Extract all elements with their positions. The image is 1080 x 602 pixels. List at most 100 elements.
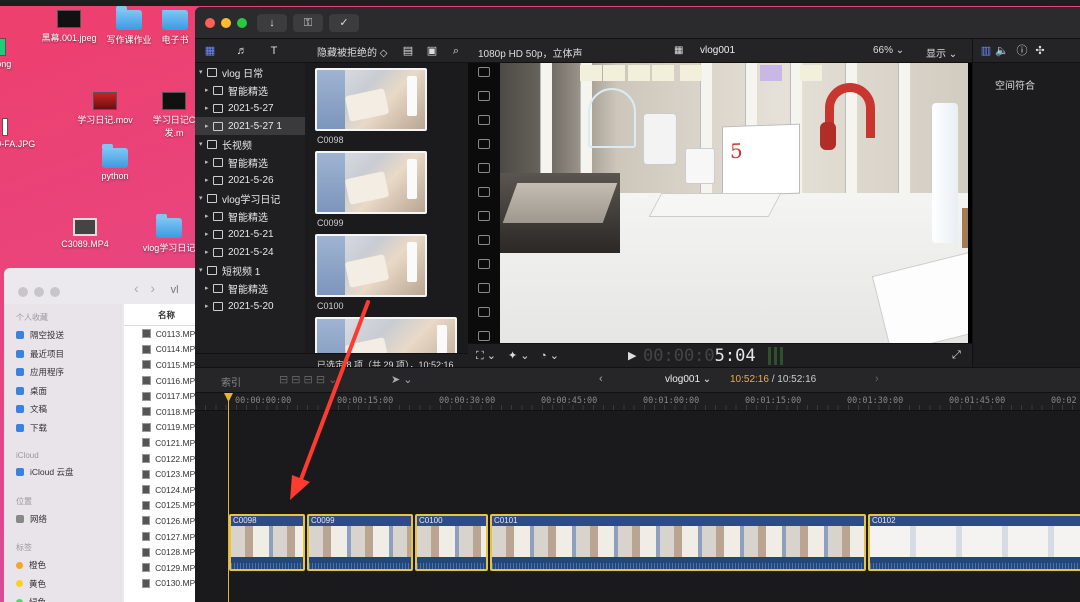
photos-audio-icon[interactable]: ♬ [235,44,249,58]
sidebar-item-recents[interactable]: 最近项目 [16,345,122,364]
fullscreen-icon[interactable]: ⤢ [952,349,961,362]
file-row[interactable]: C0127.MP4 [124,529,200,545]
file-row[interactable]: C0124.MP4 [124,482,200,498]
desktop-icon-mp4[interactable]: C3089.MP4 [40,218,130,249]
browser-clip-c0099[interactable] [315,151,427,214]
column-header-name[interactable]: 名称 [124,304,200,326]
disclosure-triangle-icon[interactable]: ▾ [199,68,207,76]
audio-meters-icon[interactable] [768,347,784,365]
file-row[interactable]: C0121.MP4 [124,435,200,451]
library-item[interactable]: ▾ vlog 日常 [195,63,305,81]
desktop-icon-diary[interactable]: 学习日记C发.m [148,92,200,139]
history-back-icon[interactable]: ‹ [599,373,603,385]
sidebar-tag-yellow[interactable]: 黄色 [16,575,122,594]
event-item[interactable]: ▸ 智能精选 [195,279,305,297]
disclosure-triangle-icon[interactable]: ▸ [205,176,213,184]
disclosure-triangle-icon[interactable]: ▸ [205,248,213,256]
transform-icon[interactable]: ⛶ ⌄ [476,349,496,363]
file-row[interactable]: C0130.MP4 [124,576,200,592]
file-row[interactable]: C0114.MP4 [124,342,200,358]
event-item[interactable]: ▸ 2021-5-27 1 [195,117,305,135]
file-row[interactable]: C0117.MP4 [124,388,200,404]
disclosure-triangle-icon[interactable]: ▾ [199,140,207,148]
view-dropdown[interactable]: 显示 ⌄ [926,45,957,60]
audio-inspector-icon[interactable]: 🔈 [995,44,1009,58]
timeline-ruler[interactable]: 00:00:00:00 00:00:15:00 00:00:30:00 00:00:4… [195,393,1080,411]
info-icon[interactable]: ⓘ [1015,44,1029,58]
share-icon[interactable]: ✣ [1033,44,1047,58]
keywords-button[interactable]: ⚿ [293,14,323,32]
file-row[interactable]: C0119.MP4 [124,420,200,436]
speed-icon[interactable]: ◔ ⌄ [540,349,559,362]
filmstrip-icon[interactable]: ▣ [425,44,439,58]
desktop-icon-jpg[interactable]: -06C9-FA.JPG [0,118,38,149]
minimize-icon[interactable] [34,287,44,297]
browser-clip-partial[interactable] [315,317,457,353]
sidebar-item-applications[interactable]: 应用程序 [16,363,122,382]
disclosure-triangle-icon[interactable]: ▾ [199,266,207,274]
zoom-dropdown[interactable]: 66% ⌄ [873,45,904,56]
sidebar-tag-orange[interactable]: 橙色 [16,556,122,575]
background-tasks-button[interactable]: ✓ [329,14,359,32]
disclosure-triangle-icon[interactable]: ▸ [205,302,213,310]
sidebar-item-documents[interactable]: 文稿 [16,400,122,419]
event-item[interactable]: ▸ 智能精选 [195,153,305,171]
libraries-icon[interactable]: ▦ [203,44,217,58]
index-button[interactable]: 索引 [221,374,241,389]
timeline-clip-c0100[interactable]: C0100 [415,514,488,571]
timeline-clip-c0099[interactable]: C0099 [307,514,413,571]
sidebar-item-icloud-drive[interactable]: iCloud 云盘 [16,463,122,482]
minimize-icon[interactable] [221,18,231,28]
sidebar-item-desktop[interactable]: 桌面 [16,382,122,401]
disclosure-triangle-icon[interactable]: ▸ [205,158,213,166]
clip-appearance-icon[interactable]: ▤ [401,44,415,58]
sidebar-item-airdrop[interactable]: 隔空投送 [16,326,122,345]
file-row[interactable]: C0122.MP4 [124,451,200,467]
import-button[interactable]: ↓ [257,14,287,32]
timeline-clip-c0102[interactable]: C0102 [868,514,1080,571]
event-item[interactable]: ▸ 2021-5-20 [195,297,305,315]
timeline-project-name[interactable]: vlog001 ⌄ [665,374,711,385]
close-icon[interactable] [18,287,28,297]
event-item[interactable]: ▸ 2021-5-26 [195,171,305,189]
disclosure-triangle-icon[interactable]: ▸ [205,86,213,94]
timeline-clip-c0098[interactable]: C0098 [229,514,305,571]
event-item[interactable]: ▸ 2021-5-21 [195,225,305,243]
play-icon[interactable]: ▶ [628,349,636,362]
select-tool-icon[interactable]: ➤ ⌄ [391,373,413,386]
file-row[interactable]: C0123.MP4 [124,466,200,482]
sidebar-item-downloads[interactable]: 下载 [16,419,122,438]
desktop-icon-mov[interactable]: 学习日记.mov [60,92,150,126]
timeline-clip-c0101[interactable]: C0101 [490,514,866,571]
disclosure-triangle-icon[interactable]: ▾ [199,194,207,202]
event-item[interactable]: ▸ 2021-5-27 [195,99,305,117]
file-row[interactable]: C0113.MP4 [124,326,200,342]
sidebar-item-network[interactable]: 网络 [16,510,122,529]
sidebar-tag-green[interactable]: 绿色 [16,593,122,602]
file-row[interactable]: C0126.MP4 [124,513,200,529]
file-row[interactable]: C0118.MP4 [124,404,200,420]
event-item[interactable]: ▸ 智能精选 [195,81,305,99]
file-row[interactable]: C0115.MP4 [124,357,200,373]
event-item[interactable]: ▸ 2021-5-24 [195,243,305,261]
search-icon[interactable]: ⌕ [449,44,463,58]
library-item[interactable]: ▾ 短视频 1 [195,261,305,279]
disclosure-triangle-icon[interactable]: ▸ [205,122,213,130]
disclosure-triangle-icon[interactable]: ▸ [205,212,213,220]
browser-clip-c0100[interactable] [315,234,427,297]
close-icon[interactable] [205,18,215,28]
filter-dropdown[interactable]: 隐藏被拒绝的 ◇ [317,44,387,59]
file-row[interactable]: C0128.MP4 [124,544,200,560]
connect-icon[interactable]: ⊟ ⊟ ⊟ ⊟ ⌄ [279,373,337,386]
event-item[interactable]: ▸ 智能精选 [195,207,305,225]
file-row[interactable]: C0129.MP4 [124,560,200,576]
file-row[interactable]: C0116.MP4 [124,373,200,389]
disclosure-triangle-icon[interactable]: ▸ [205,284,213,292]
file-row[interactable]: C0125.MP4 [124,498,200,514]
history-forward-icon[interactable]: › [875,373,879,385]
disclosure-triangle-icon[interactable]: ▸ [205,104,213,112]
library-item[interactable]: ▾ vlog学习日记 [195,189,305,207]
video-inspector-icon[interactable]: ▥ [979,44,993,58]
zoom-icon[interactable] [50,287,60,297]
disclosure-triangle-icon[interactable]: ▸ [205,230,213,238]
